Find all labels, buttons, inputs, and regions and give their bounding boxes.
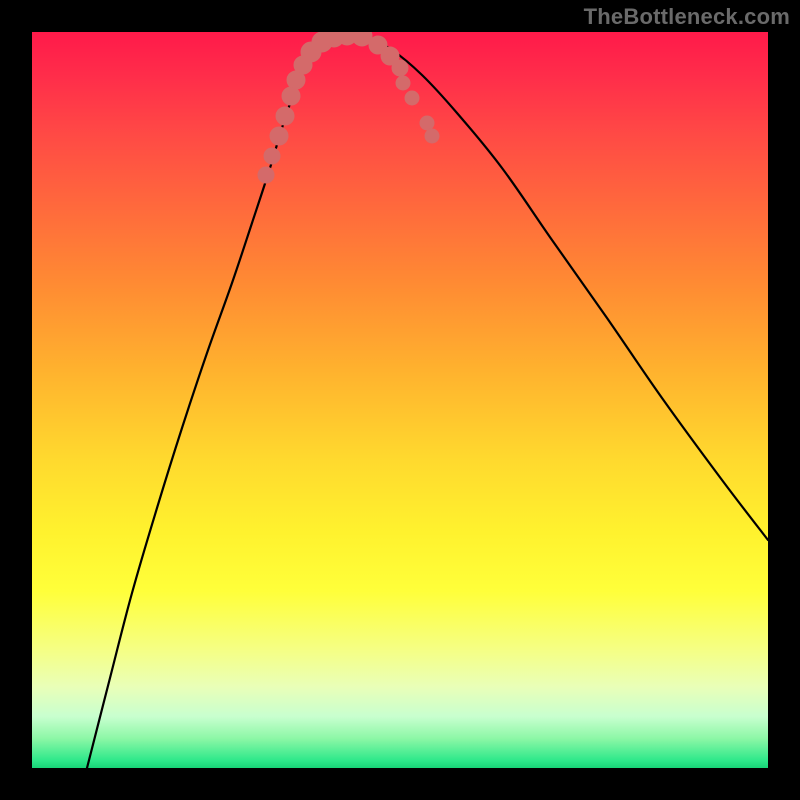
bottleneck-curve — [87, 35, 768, 768]
curve-layer — [32, 32, 768, 768]
curve-marker — [396, 76, 410, 90]
curve-marker — [392, 60, 408, 76]
curve-marker — [425, 129, 439, 143]
curve-marker — [258, 167, 274, 183]
curve-marker — [405, 91, 419, 105]
curve-marker — [270, 127, 288, 145]
chart-frame: TheBottleneck.com — [0, 0, 800, 800]
plot-area — [32, 32, 768, 768]
curve-marker — [264, 148, 280, 164]
curve-markers — [258, 32, 439, 183]
attribution-text: TheBottleneck.com — [584, 4, 790, 30]
curve-marker — [282, 87, 300, 105]
curve-marker — [276, 107, 294, 125]
curve-marker — [420, 116, 434, 130]
